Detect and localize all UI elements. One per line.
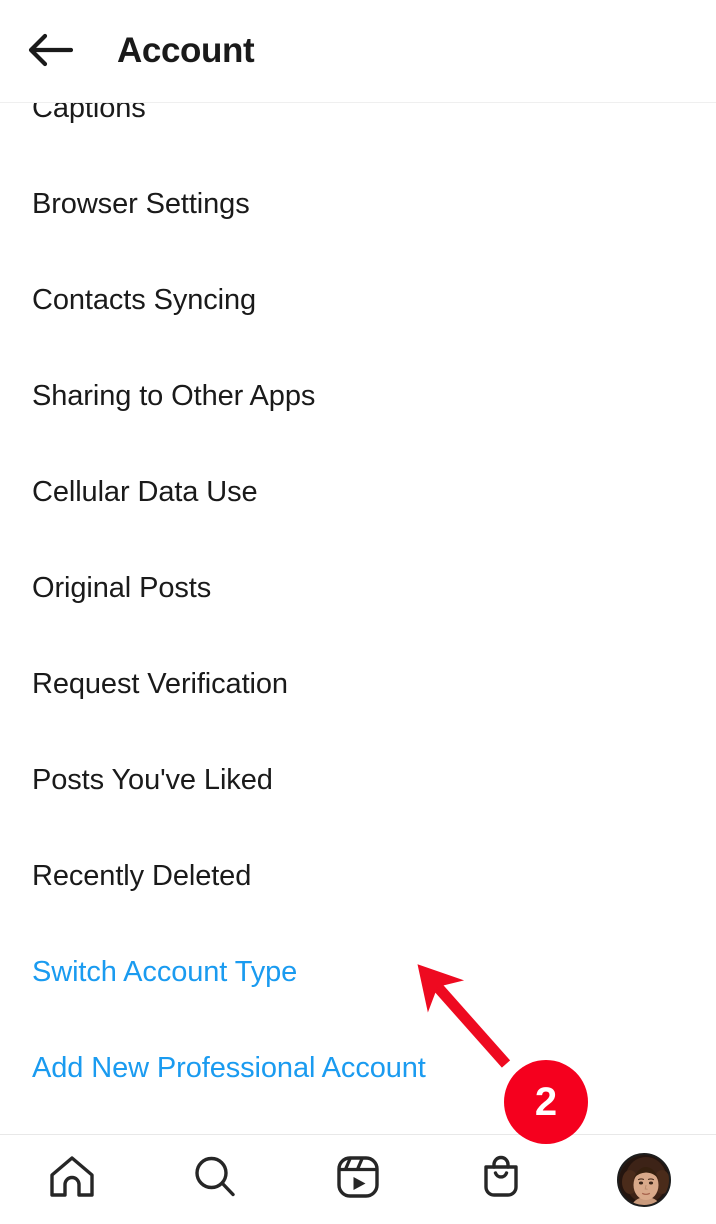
reels-icon xyxy=(332,1151,384,1208)
bottom-navigation-bar xyxy=(0,1134,716,1224)
list-item-contacts-syncing[interactable]: Contacts Syncing xyxy=(0,252,716,348)
nav-item-home[interactable] xyxy=(0,1135,143,1224)
list-item-label: Contacts Syncing xyxy=(32,283,257,316)
account-settings-screen: Account Captions Browser Settings Contac… xyxy=(0,0,716,1224)
list-item-label: Switch Account Type xyxy=(32,955,298,988)
list-item-label: Captions xyxy=(32,103,146,124)
settings-list-inner: Captions Browser Settings Contacts Synci… xyxy=(0,103,716,1116)
list-item-cellular-data-use[interactable]: Cellular Data Use xyxy=(0,444,716,540)
list-item-label: Cellular Data Use xyxy=(32,475,258,508)
page-title: Account xyxy=(117,31,255,70)
nav-item-profile[interactable] xyxy=(573,1135,716,1224)
list-item-original-posts[interactable]: Original Posts xyxy=(0,540,716,636)
nav-item-shop[interactable] xyxy=(430,1135,573,1224)
settings-list[interactable]: Captions Browser Settings Contacts Synci… xyxy=(0,103,716,1134)
list-item-label: Add New Professional Account xyxy=(32,1051,426,1084)
list-item-posts-youve-liked[interactable]: Posts You've Liked xyxy=(0,732,716,828)
list-item-sharing-to-other-apps[interactable]: Sharing to Other Apps xyxy=(0,348,716,444)
list-item-switch-account-type[interactable]: Switch Account Type xyxy=(0,924,716,1020)
list-item-label: Posts You've Liked xyxy=(32,763,273,796)
app-header: Account xyxy=(0,0,716,103)
annotation-step-number: 2 xyxy=(534,1080,558,1124)
list-item-label: Original Posts xyxy=(32,571,212,604)
list-item-captions[interactable]: Captions xyxy=(0,103,716,156)
list-item-browser-settings[interactable]: Browser Settings xyxy=(0,156,716,252)
list-item-add-new-professional-account[interactable]: Add New Professional Account xyxy=(0,1020,716,1116)
annotation-step-badge: 2 xyxy=(504,1060,588,1144)
list-item-recently-deleted[interactable]: Recently Deleted xyxy=(0,828,716,924)
profile-avatar xyxy=(617,1152,672,1207)
list-item-label: Request Verification xyxy=(32,667,288,700)
nav-item-reels[interactable] xyxy=(286,1135,429,1224)
list-item-label: Recently Deleted xyxy=(32,859,252,892)
search-icon xyxy=(189,1151,241,1208)
nav-item-search[interactable] xyxy=(143,1135,286,1224)
arrow-left-icon xyxy=(27,33,74,70)
list-item-label: Sharing to Other Apps xyxy=(32,379,316,412)
home-icon xyxy=(46,1151,98,1208)
shop-bag-icon xyxy=(475,1151,527,1208)
list-item-label: Browser Settings xyxy=(32,187,250,220)
back-button[interactable] xyxy=(18,19,82,83)
list-item-request-verification[interactable]: Request Verification xyxy=(0,636,716,732)
